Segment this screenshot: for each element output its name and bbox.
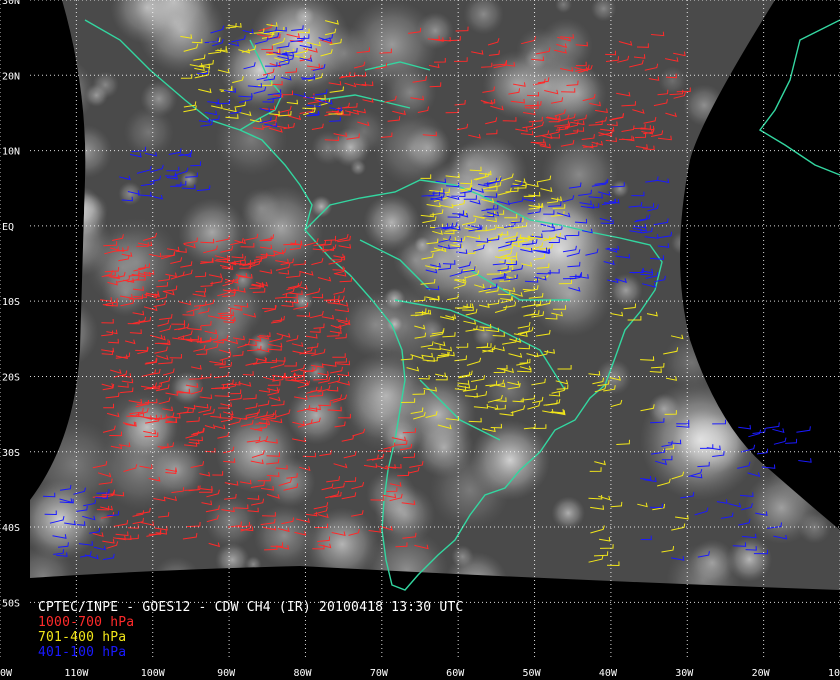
cloud — [451, 545, 474, 568]
cloud — [640, 380, 760, 500]
cloud — [238, 185, 324, 271]
cloud — [178, 198, 247, 267]
lon-label: 60W — [446, 668, 465, 679]
cloud — [84, 83, 109, 107]
cloud — [151, 556, 202, 590]
cloud — [779, 167, 829, 217]
lat-label: 30S — [2, 448, 20, 459]
cloud — [30, 56, 95, 126]
cloud — [711, 221, 757, 267]
wind-barb — [798, 458, 812, 463]
cloud — [311, 130, 346, 166]
wind-barb — [785, 438, 798, 444]
lat-label: 40S — [2, 523, 20, 534]
cloud — [738, 327, 815, 404]
lat-label: 20N — [2, 71, 20, 82]
cloud — [788, 338, 831, 381]
cloud — [503, 43, 589, 129]
cloud — [683, 84, 726, 127]
cloud — [140, 80, 178, 118]
satellite-image — [30, 0, 840, 590]
map-title: CPTEC/INPE - GOES12 - CDW CH4 (IR) 20100… — [38, 600, 464, 615]
longitude-labels: 120W 110W 100W 90W 80W 70W 60W 50W 40W 30W 20W 10W — [0, 668, 840, 679]
cloud — [205, 495, 257, 548]
cloud — [305, 507, 379, 581]
cloud — [30, 151, 87, 215]
cloud — [744, 324, 767, 347]
lon-label: 20W — [752, 668, 771, 679]
satellite-map: 30N 20N 10N EQ 10S 20S 30S 40S 50S 120W 110W 100W 9… — [0, 0, 840, 679]
lon-label: 110W — [64, 668, 89, 679]
cloud — [551, 496, 585, 530]
lon-label: 100W — [141, 668, 166, 679]
cloud — [730, 374, 775, 419]
cloud — [215, 542, 250, 577]
cloud — [779, 0, 820, 22]
cloud — [757, 137, 840, 221]
cloud — [58, 124, 113, 179]
wind-barb — [765, 422, 780, 429]
lon-label: 50W — [523, 668, 542, 679]
cloud — [345, 376, 421, 451]
legend-item-low: 1000-700 hPa — [38, 615, 135, 630]
cloud — [670, 231, 694, 255]
cloud — [30, 480, 100, 560]
cloud — [30, 262, 66, 313]
lat-label: EQ — [2, 222, 14, 233]
cloud — [688, 539, 736, 587]
wind-barb — [796, 426, 811, 433]
lon-label: 120W — [0, 668, 13, 679]
legend-item-high: 401-100 hPa — [38, 645, 127, 660]
cloud — [59, 186, 102, 229]
lat-label: 50S — [2, 598, 20, 609]
lat-label: 10N — [2, 147, 20, 158]
cloud — [470, 420, 550, 500]
latitude-labels: 30N 20N 10N EQ 10S 20S 30S 40S 50S — [2, 0, 20, 609]
lon-label: 80W — [293, 668, 312, 679]
wind-barb — [773, 437, 787, 445]
cloud — [267, 580, 285, 590]
lat-label: 10S — [2, 297, 20, 308]
cloud — [38, 132, 64, 158]
lon-label: 70W — [370, 668, 389, 679]
wind-barb — [738, 424, 752, 430]
cloud — [190, 302, 253, 365]
cloud — [609, 273, 643, 308]
cloud — [472, 321, 498, 348]
cloud — [733, 185, 769, 221]
lon-label: 90W — [217, 668, 236, 679]
lat-label: 30N — [2, 0, 20, 7]
lon-label: 10W — [828, 668, 840, 679]
cloud — [286, 385, 346, 445]
caption-block: CPTEC/INPE - GOES12 - CDW CH4 (IR) 20100… — [38, 600, 463, 660]
africa-coastline — [758, 19, 840, 176]
wind-barb — [772, 428, 785, 434]
lat-label: 20S — [2, 372, 20, 383]
lon-label: 30W — [675, 668, 694, 679]
lon-label: 40W — [599, 668, 618, 679]
legend-item-mid: 701-400 hPa — [38, 630, 127, 645]
cloud — [798, 294, 817, 313]
cloud — [30, 297, 99, 368]
